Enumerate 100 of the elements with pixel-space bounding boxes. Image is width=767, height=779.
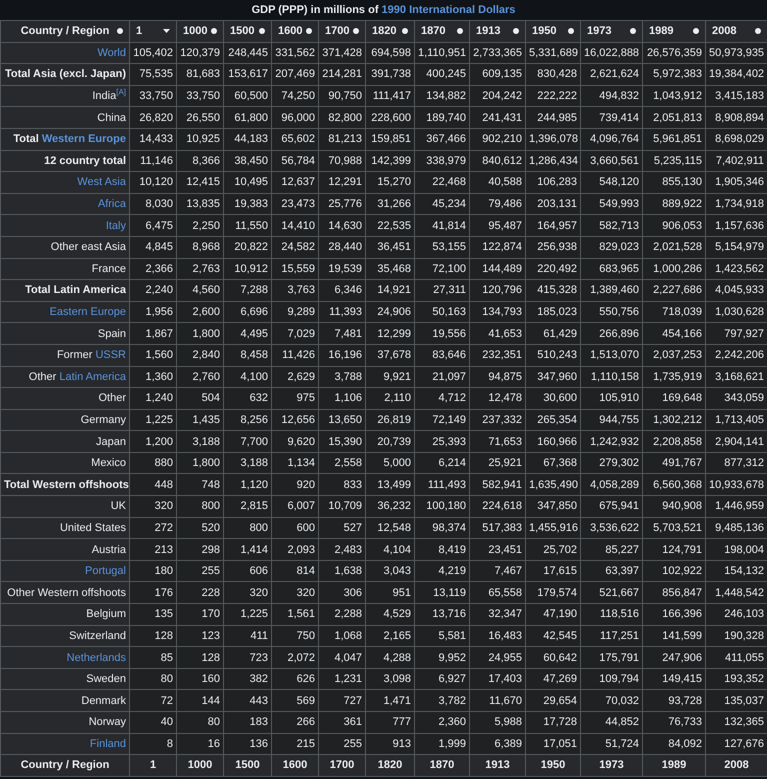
table-cell: 6,560,368 [642, 474, 706, 496]
link[interactable]: Netherlands [66, 652, 126, 664]
table-cell: 120,796 [470, 280, 526, 302]
sort-icon[interactable] [568, 28, 574, 34]
table-cell: 4,096,764 [580, 128, 642, 150]
table-cell: 338,979 [414, 150, 470, 172]
column-header[interactable]: Country / Region [0, 20, 130, 42]
table-cell: 2,250 [176, 214, 224, 236]
link[interactable]: World [97, 46, 126, 59]
column-header[interactable]: 1989 [642, 20, 706, 42]
table-cell: 382 [224, 668, 272, 690]
table-cell: 44,852 [580, 712, 642, 734]
table-cell: 72,100 [414, 258, 470, 280]
table-cell: 153,617 [224, 64, 272, 86]
row-header: Sweden [0, 668, 130, 690]
footnote-link[interactable]: [A] [116, 87, 126, 96]
table-cell: 2,037,253 [642, 344, 706, 366]
table-cell: 3,188 [224, 452, 272, 474]
link[interactable]: Western Europe [42, 133, 126, 146]
sort-icon[interactable] [630, 28, 636, 34]
table-cell: 19,383 [224, 193, 272, 215]
row-header: Other [0, 388, 130, 410]
link[interactable]: Portugal [85, 565, 126, 578]
column-header[interactable]: 2008 [706, 20, 767, 42]
link[interactable]: Africa [98, 198, 126, 210]
table-cell: 12,299 [366, 322, 414, 344]
table-cell: 520 [176, 517, 224, 539]
table-cell: 4,100 [224, 366, 272, 388]
table-cell: 4,845 [130, 236, 176, 258]
column-header[interactable]: 1820 [366, 20, 414, 42]
link[interactable]: Italy [106, 220, 126, 232]
table-cell: 2,240 [130, 280, 176, 302]
sort-icon[interactable] [306, 28, 312, 34]
table-cell: 2,165 [366, 625, 414, 647]
sort-icon[interactable] [457, 28, 463, 34]
table-cell: 4,529 [366, 604, 414, 626]
table-cell: 5,581 [414, 625, 470, 647]
column-header[interactable]: 1950 [526, 20, 580, 42]
link[interactable]: Latin America [59, 370, 126, 383]
table-cell: 1,561 [272, 604, 318, 626]
table-cell: 79,486 [470, 193, 526, 215]
table-cell: 2,051,813 [642, 106, 706, 128]
table-cell: 11,146 [130, 150, 176, 172]
table-cell: 920 [272, 474, 318, 496]
sort-icon[interactable] [693, 28, 699, 34]
sort-icon[interactable] [513, 28, 519, 34]
table-cell: 683,965 [580, 258, 642, 280]
link[interactable]: 1990 International Dollars [382, 4, 516, 16]
sort-descending-icon[interactable] [163, 29, 170, 34]
table-cell: 491,767 [642, 452, 706, 474]
table-cell: 63,397 [580, 560, 642, 582]
link[interactable]: Finland [90, 738, 126, 750]
table-cell: 222,222 [526, 85, 580, 107]
column-header[interactable]: 1973 [580, 20, 642, 42]
row-header: Norway [0, 712, 130, 734]
table-cell: 951 [366, 582, 414, 604]
table-cell: 448 [130, 474, 176, 496]
table-cell: 1,800 [176, 452, 224, 474]
column-header[interactable]: 1870 [414, 20, 470, 42]
sort-icon[interactable] [117, 28, 123, 34]
row-header: Total Western offshoots [0, 474, 130, 496]
table-cell: 11,393 [318, 301, 366, 323]
table-cell: 31,266 [366, 193, 414, 215]
table-cell: 244,985 [526, 106, 580, 128]
table-cell: 10,120 [130, 172, 176, 194]
table-cell: 8,419 [414, 538, 470, 560]
table-cell: 400,245 [414, 64, 470, 86]
sort-icon[interactable] [402, 28, 408, 34]
table-cell: 5,235,115 [642, 150, 706, 172]
column-header[interactable]: 1 [130, 20, 176, 42]
table-cell: 17,403 [470, 668, 526, 690]
table-cell: 232,351 [470, 344, 526, 366]
table-cell: 2,227,686 [642, 280, 706, 302]
table-cell: 159,851 [366, 128, 414, 150]
table-cell: 207,469 [272, 64, 318, 86]
link[interactable]: West Asia [77, 176, 126, 188]
table-cell: 40,588 [470, 172, 526, 194]
table-cell: 47,269 [526, 668, 580, 690]
column-footer: 1973 [580, 754, 642, 776]
column-header[interactable]: 1913 [470, 20, 526, 42]
table-cell: 10,912 [224, 258, 272, 280]
table-cell: 22,535 [366, 214, 414, 236]
link[interactable]: Eastern Europe [50, 306, 126, 318]
table-cell: 800 [224, 517, 272, 539]
sort-icon[interactable] [259, 28, 265, 34]
table-cell: 22,468 [414, 172, 470, 194]
table-cell: 4,047 [318, 646, 366, 668]
table-cell: 83,646 [414, 344, 470, 366]
link[interactable]: USSR [95, 349, 126, 362]
column-header[interactable]: 1000 [176, 20, 224, 42]
table-cell: 298 [176, 538, 224, 560]
sort-icon[interactable] [755, 28, 761, 34]
table-cell: 35,468 [366, 258, 414, 280]
sort-icon[interactable] [353, 28, 359, 34]
column-header[interactable]: 1600 [272, 20, 318, 42]
column-footer: 1600 [272, 754, 318, 776]
column-header[interactable]: 1500 [224, 20, 272, 42]
table-cell: 94,875 [470, 366, 526, 388]
sort-icon[interactable] [211, 28, 217, 34]
column-header[interactable]: 1700 [318, 20, 366, 42]
